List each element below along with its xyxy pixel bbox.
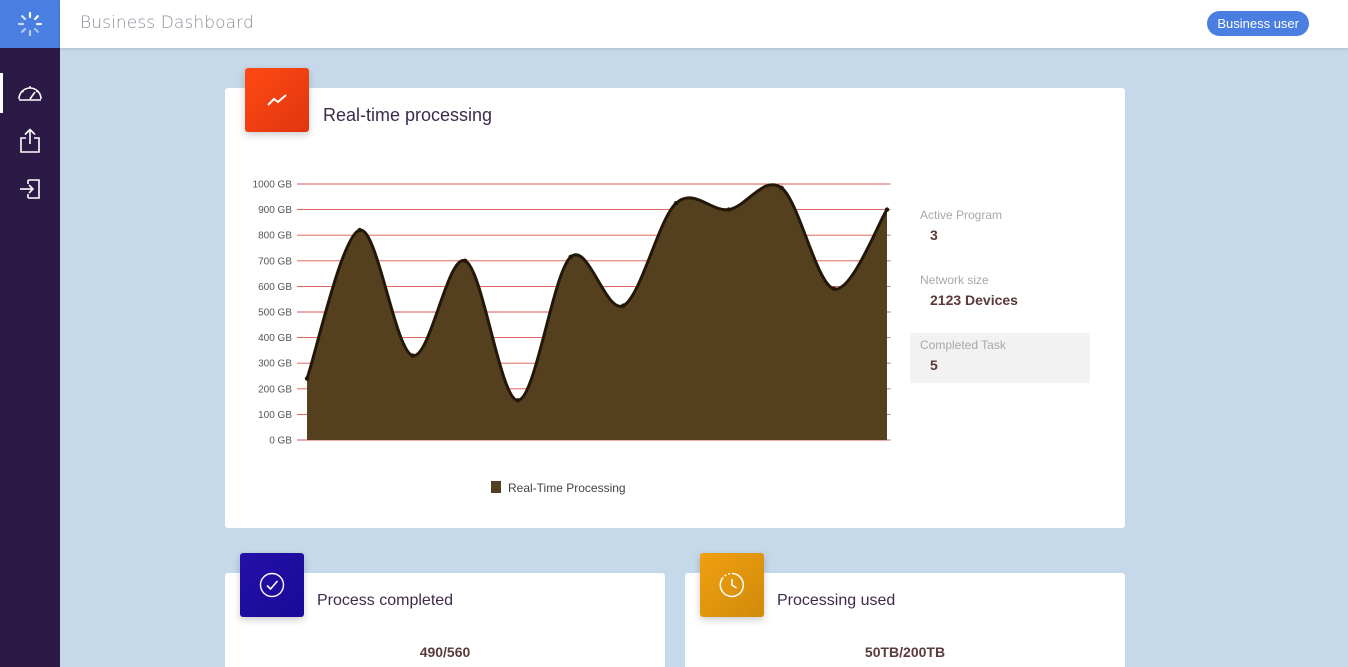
data-point[interactable] — [779, 185, 784, 191]
data-point[interactable] — [304, 376, 310, 381]
y-tick-label: 200 GB — [258, 384, 292, 395]
data-point[interactable] — [515, 398, 521, 403]
process-completed-title: Process completed — [317, 592, 454, 609]
y-tick-label: 400 GB — [258, 333, 292, 344]
clock-history-icon — [719, 572, 744, 598]
top-bar: Business Dashboard Business user — [60, 0, 1348, 48]
dashboard-gauge-icon — [18, 86, 42, 101]
nav-share[interactable] — [0, 121, 60, 161]
stat-label: Completed Task — [920, 338, 1006, 352]
sign-in-icon — [20, 179, 40, 199]
stat-active-program: Active Program 3 — [910, 203, 1090, 253]
nav-dashboard[interactable] — [0, 73, 60, 113]
data-point[interactable] — [410, 353, 415, 358]
stat-completed-task: Completed Task 5 — [910, 333, 1090, 383]
data-point[interactable] — [357, 227, 362, 233]
process-completed-value: 490/560 — [419, 644, 471, 660]
card-icon-box — [240, 553, 304, 617]
y-tick-label: 800 GB — [258, 231, 292, 242]
y-tick-label: 100 GB — [258, 410, 292, 421]
y-tick-label: 1000 GB — [253, 180, 293, 191]
stat-value: 3 — [930, 227, 938, 243]
y-tick-label: 300 GB — [258, 359, 292, 370]
y-tick-label: 900 GB — [258, 205, 292, 216]
y-tick-label: 0 GB — [269, 436, 292, 447]
stat-network-size: Network size 2123 Devices — [910, 268, 1090, 318]
share-export-icon — [20, 128, 40, 153]
y-tick-label: 500 GB — [258, 308, 292, 319]
data-point[interactable] — [673, 201, 679, 206]
stat-label: Active Program — [920, 208, 1003, 222]
stat-label: Network size — [920, 273, 989, 287]
nav-sign-in[interactable] — [0, 169, 60, 209]
processing-card-title: Real-time processing — [323, 105, 493, 125]
check-circle-icon — [259, 572, 285, 598]
stat-value: 5 — [930, 357, 938, 373]
logo[interactable] — [0, 0, 60, 48]
legend-swatch — [491, 481, 501, 493]
data-point[interactable] — [884, 207, 890, 212]
sidebar — [0, 0, 60, 667]
data-point[interactable] — [621, 303, 626, 308]
data-point[interactable] — [568, 254, 573, 260]
data-point[interactable] — [462, 258, 468, 263]
legend-label: Real-Time Processing — [508, 481, 626, 495]
card-icon-box — [700, 553, 764, 617]
y-tick-label: 600 GB — [258, 282, 292, 293]
data-point[interactable] — [726, 207, 732, 212]
user-account-button[interactable]: Business user — [1207, 11, 1309, 36]
spinner-logo-icon — [17, 11, 43, 37]
data-point[interactable] — [832, 286, 837, 292]
processing-used-value: 50TB/200TB — [864, 644, 946, 660]
trending-line-icon — [267, 94, 287, 106]
card-icon-box — [245, 68, 309, 132]
page-title: Business Dashboard — [80, 13, 254, 33]
y-tick-label: 700 GB — [258, 256, 292, 267]
processing-area-chart: 0 GB 100 GB 200 GB 300 GB 400 GB 500 GB 600 GB… — [253, 180, 891, 447]
stat-value: 2123 Devices — [930, 292, 1018, 308]
processing-used-title: Processing used — [777, 592, 896, 609]
